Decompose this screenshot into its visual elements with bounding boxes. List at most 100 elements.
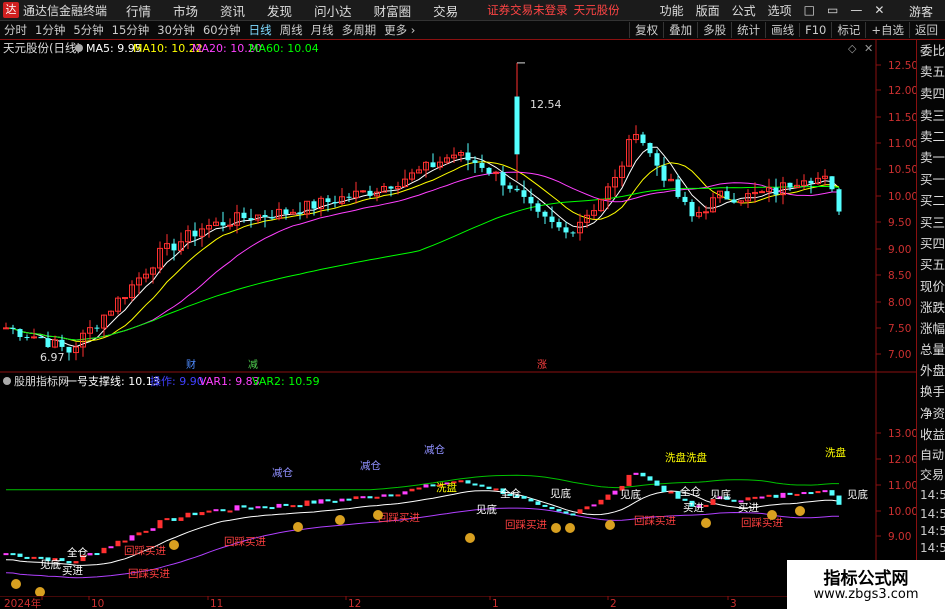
indicator-settings-icon[interactable] — [3, 377, 11, 385]
login-warning[interactable]: 证券交易未登录 — [487, 2, 568, 18]
toolbar-add-watchlist-button[interactable]: +自选 — [865, 22, 909, 38]
quote-panel-item[interactable]: 买四 — [917, 233, 945, 254]
quote-panel-item[interactable]: 买五 — [917, 254, 945, 276]
event-rise-label[interactable]: 涨 — [537, 359, 547, 371]
indicator-chart[interactable]: 13.0012.0011.0010.009.008.00 见底买进全仓回踩买进回… — [0, 373, 916, 596]
quote-panel-item[interactable]: 14:55 — [917, 505, 945, 523]
quote-panel-item[interactable]: 净资 — [917, 403, 945, 424]
toolbar-adjust-button[interactable]: 复权 — [629, 22, 663, 38]
indicator-candle — [598, 499, 604, 505]
indicator-signal-label: 全仓 — [680, 485, 701, 498]
window-mode-icon[interactable]: ▭ — [821, 3, 844, 17]
event-finance-label[interactable]: 财 — [186, 358, 196, 371]
indicator-chart-bg — [0, 373, 916, 596]
period-tab-monthly[interactable]: 月线 — [307, 22, 338, 38]
indicator-candle — [17, 553, 23, 557]
period-tab-intraday[interactable]: 分时 — [0, 22, 31, 38]
quote-panel-item[interactable]: 卖二 — [917, 126, 945, 147]
quote-panel-item[interactable]: 14:56 — [917, 540, 945, 557]
menu-item-trade[interactable]: 交易 — [422, 1, 469, 20]
menu-item-formula[interactable]: 公式 — [726, 2, 762, 19]
candle-body — [500, 172, 506, 186]
indicator-signal-label: 洗盘 — [825, 446, 846, 459]
indicator-candle — [528, 498, 534, 502]
candle-body — [59, 339, 65, 347]
candle-body — [283, 209, 289, 215]
quote-panel-item[interactable]: 卖三 — [917, 105, 945, 126]
toolbar-f10-button[interactable]: F10 — [799, 23, 831, 37]
period-tab-daily[interactable]: 日线 — [245, 22, 276, 38]
window-minimize-icon[interactable]: — — [844, 3, 868, 17]
indicator-candle — [213, 509, 219, 512]
period-tab-15min[interactable]: 15分钟 — [108, 22, 154, 38]
menu-item-layout[interactable]: 版面 — [690, 2, 726, 19]
quote-panel-item[interactable]: 交易 — [917, 465, 945, 486]
quote-panel-item[interactable]: 卖五 — [917, 61, 945, 83]
quote-panel-item[interactable]: 现价 — [917, 276, 945, 297]
menu-item-quotes[interactable]: 行情 — [115, 1, 162, 20]
indicator-candle — [759, 496, 765, 499]
toolbar-stats-button[interactable]: 统计 — [731, 22, 765, 38]
quote-panel-item[interactable]: 委比 — [917, 40, 945, 61]
quote-panel-item[interactable]: 外盘 — [917, 360, 945, 381]
period-tab-more[interactable]: 更多 › — [380, 22, 419, 38]
candle-body — [227, 224, 233, 227]
quote-panel-item[interactable]: 卖四 — [917, 83, 945, 105]
quote-panel-item[interactable]: 换手 — [917, 381, 945, 403]
settings-gear-icon[interactable] — [75, 44, 83, 52]
menu-item-market[interactable]: 市场 — [162, 1, 209, 20]
quote-panel-item[interactable]: 14:55 — [917, 486, 945, 505]
quote-panel-item[interactable]: 总量 — [917, 339, 945, 360]
toolbar-mark-button[interactable]: 标记 — [831, 22, 865, 38]
expand-icon[interactable]: ◇ — [848, 42, 857, 55]
close-panel-icon[interactable]: ✕ — [864, 42, 873, 55]
money-bag-icon — [11, 579, 21, 589]
candle-body — [24, 336, 30, 338]
window-restore-icon[interactable]: □ — [798, 3, 821, 17]
period-tab-1min[interactable]: 1分钟 — [31, 22, 69, 38]
indicator-candle — [409, 488, 415, 492]
quote-panel-item[interactable]: 买一 — [917, 169, 945, 190]
indicator-candle — [395, 494, 401, 497]
menu-item-discover[interactable]: 发现 — [256, 1, 303, 20]
menu-item-options[interactable]: 选项 — [762, 2, 798, 19]
period-tab-60min[interactable]: 60分钟 — [199, 22, 245, 38]
guest-user-button[interactable]: 游客 — [909, 3, 933, 20]
toolbar-overlay-button[interactable]: 叠加 — [663, 22, 697, 38]
period-tab-weekly[interactable]: 周线 — [276, 22, 307, 38]
menu-item-function[interactable]: 功能 — [654, 2, 690, 19]
toolbar-back-button[interactable]: 返回 — [909, 22, 943, 38]
period-tab-30min[interactable]: 30分钟 — [153, 22, 199, 38]
indicator-candle — [164, 518, 170, 521]
indicator-candle — [10, 553, 16, 556]
indicator-signal-label: 全仓 — [500, 487, 521, 500]
event-reduce-label[interactable]: 减 — [248, 359, 258, 371]
candle-body — [479, 163, 485, 168]
quote-panel-item[interactable]: 卖一 — [917, 147, 945, 169]
period-tab-5min[interactable]: 5分钟 — [69, 22, 107, 38]
menu-item-wealth-circle[interactable]: 财富圈 — [363, 1, 423, 20]
quote-panel-item[interactable]: 买三 — [917, 212, 945, 233]
period-toolbar: 分时 1分钟 5分钟 15分钟 30分钟 60分钟 日线 周线 月线 多周期 更… — [0, 21, 945, 40]
indicator-candle — [822, 490, 828, 493]
window-close-icon[interactable]: ✕ — [868, 3, 890, 17]
quote-panel-item[interactable]: 涨幅 — [917, 318, 945, 339]
toolbar-multi-stock-button[interactable]: 多股 — [697, 22, 731, 38]
indicator-candle — [815, 491, 821, 494]
menu-item-news[interactable]: 资讯 — [209, 1, 256, 20]
toolbar-draw-button[interactable]: 画线 — [765, 22, 799, 38]
period-tab-multi[interactable]: 多周期 — [338, 22, 381, 38]
candle-body — [808, 180, 814, 184]
quote-panel-item[interactable]: 自动 — [917, 445, 945, 465]
indicator-candle — [668, 491, 674, 494]
indicator-candle — [325, 499, 331, 502]
quote-panel-item[interactable]: 买二 — [917, 190, 945, 212]
quote-panel-item[interactable]: 14:55 — [917, 523, 945, 540]
quote-panel-item[interactable]: 收益 — [917, 424, 945, 445]
menu-item-assistant[interactable]: 问小达 — [303, 1, 363, 20]
kline-chart[interactable]: 12.50 12.00 11.50 11.00 10.50 10.00 9.50 9.00 8.… — [0, 40, 916, 373]
quote-panel-item[interactable]: 涨跌 — [917, 297, 945, 318]
indicator-candle — [549, 506, 555, 510]
indicator-signal-label: 减仓 — [360, 459, 381, 472]
candle-body — [563, 227, 569, 233]
